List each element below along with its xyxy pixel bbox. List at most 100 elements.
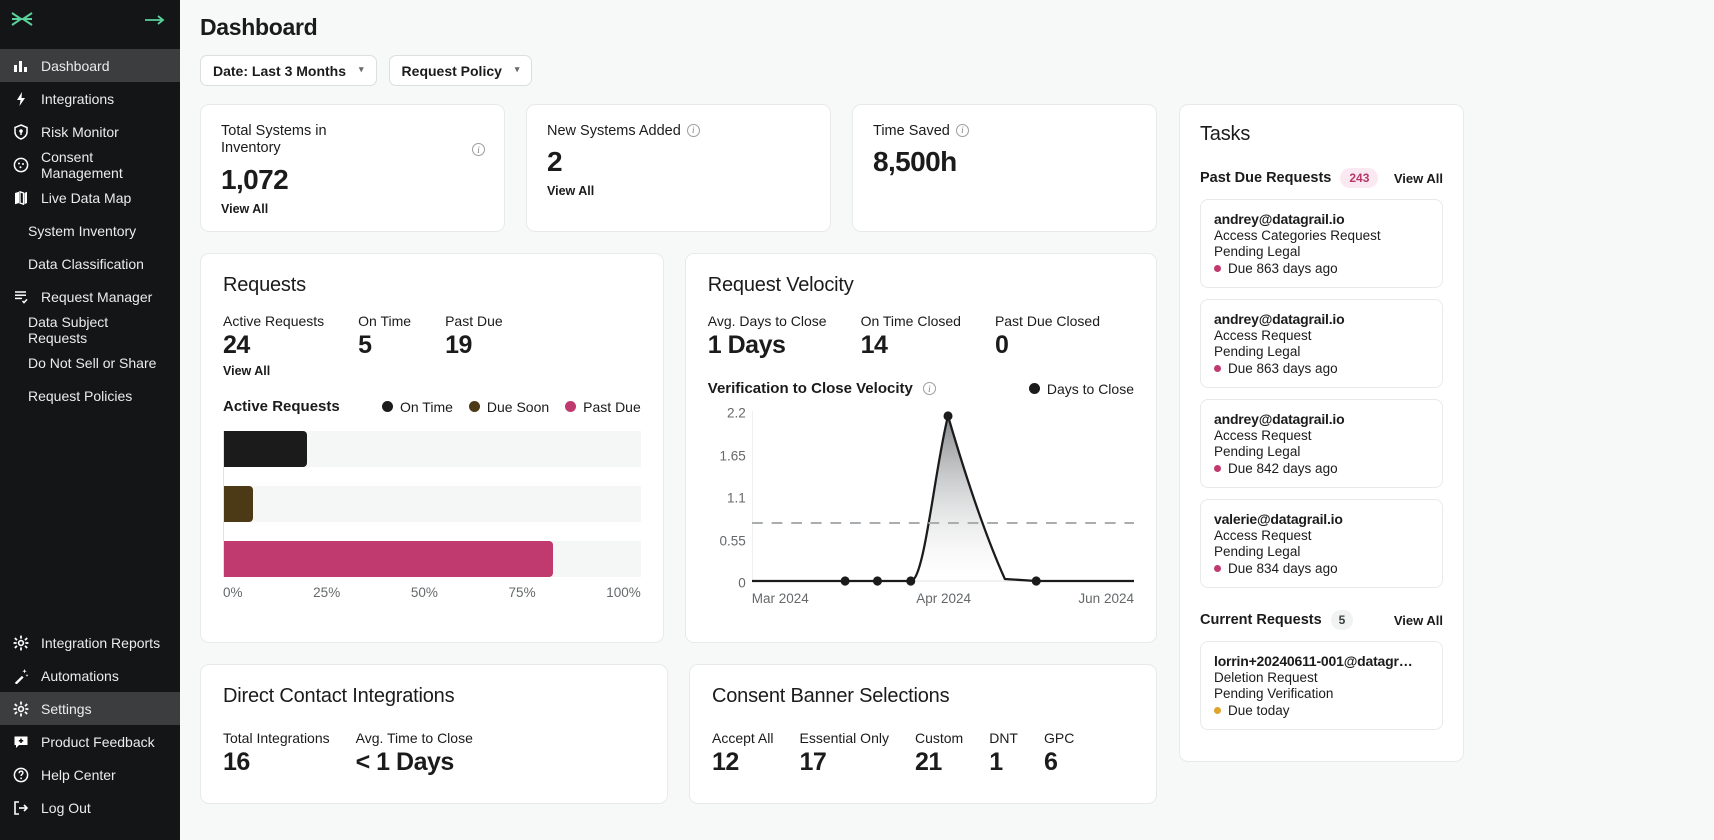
sidebar-item-label: Live Data Map: [41, 189, 132, 206]
x-tick-label: Mar 2024: [751, 591, 809, 606]
sidebar-item-product-feedback[interactable]: Product Feedback: [0, 725, 180, 758]
requests-panel-title: Requests: [223, 274, 306, 296]
kpi-avg-days-to-close: Avg. Days to Close 1 Days: [708, 313, 827, 360]
sidebar-item-risk-monitor[interactable]: Risk Monitor: [0, 115, 180, 148]
requests-kpi-row: Active Requests 24 View All On Time 5 Pa…: [223, 313, 641, 378]
due-status-dot: [1214, 565, 1221, 572]
sidebar-item-automations[interactable]: Automations: [0, 659, 180, 692]
bottom-kpi-row: Accept All 12 Essential Only 17 Custom 21 DNT 1…: [712, 730, 1134, 777]
sidebar-item-help-center[interactable]: Help Center: [0, 758, 180, 791]
x-tick-label: Jun 2024: [1078, 591, 1134, 606]
legend-item-on-time: On Time: [381, 399, 453, 415]
sidebar-item-request-manager[interactable]: Request Manager: [0, 280, 180, 313]
task-email: lorrin+20240611-001@datagr…: [1214, 653, 1413, 669]
bar-track: [224, 431, 641, 467]
sidebar-bottom-nav: Integration Reports Automations Settings Pr…: [0, 626, 180, 840]
dashboard-right-column: Tasks Past Due Requests 243 View All andrey…: [1179, 104, 1464, 762]
kpi-value: 24: [223, 331, 250, 359]
legend-swatch: [468, 401, 480, 412]
direct-contact-integrations-panel: Direct Contact Integrations Total Integr…: [200, 664, 668, 804]
sidebar-header: [0, 0, 180, 43]
sidebar-item-consent-management[interactable]: Consent Management: [0, 148, 180, 181]
sidebar-item-settings[interactable]: Settings: [0, 692, 180, 725]
kpi-value: 0: [994, 331, 1009, 359]
task-card[interactable]: lorrin+20240611-001@datagr… Deletion Requ…: [1200, 641, 1443, 730]
legend-item-past-due: Past Due: [565, 399, 641, 415]
due-status-dot: [1214, 707, 1221, 714]
sidebar-item-log-out[interactable]: Log Out: [0, 791, 180, 824]
task-card[interactable]: andrey@datagrail.io Access Request Pending…: [1200, 399, 1443, 488]
sidebar-item-integration-reports[interactable]: Integration Reports: [0, 626, 180, 659]
task-view-all-link[interactable]: View All: [1394, 171, 1443, 186]
legend-swatch: [1028, 383, 1040, 394]
dashboard-left-column: Total Systems in Inventory i 1,072 View …: [200, 104, 1157, 804]
task-status: Pending Legal: [1214, 544, 1301, 559]
legend-item-days-to-close: Days to Close: [1028, 381, 1134, 397]
bar-due-soon[interactable]: [224, 486, 254, 522]
sidebar-item-dashboard[interactable]: Dashboard: [0, 49, 180, 82]
datagrail-logo-icon[interactable]: [10, 11, 34, 32]
stat-value: 2: [547, 146, 563, 178]
task-status: Pending Legal: [1214, 344, 1301, 359]
bar-past-due[interactable]: [224, 541, 554, 577]
collapse-sidebar-button[interactable]: [144, 13, 166, 31]
arrow-right-icon: [145, 14, 165, 25]
kpi-label: Total Integrations: [223, 730, 330, 746]
date-filter-dropdown[interactable]: Date: Last 3 Months ▾: [200, 55, 377, 86]
stat-view-all-link[interactable]: View All: [547, 184, 810, 198]
kpi-label: Past Due Closed: [994, 313, 1100, 329]
stat-card-new-systems: New Systems Added i 2 View All: [526, 104, 831, 232]
legend-label: Due Soon: [486, 398, 550, 415]
kpi-essential-only: Essential Only 17: [799, 730, 888, 777]
cookie-icon: [12, 156, 29, 173]
task-section-label: Current Requests: [1200, 612, 1322, 628]
task-type: Access Categories Request: [1214, 228, 1381, 243]
task-card[interactable]: andrey@datagrail.io Access Request Pending…: [1200, 299, 1443, 388]
info-icon[interactable]: i: [686, 123, 700, 137]
kpi-label: Accept All: [712, 730, 774, 746]
kpi-gpc: GPC 6: [1044, 730, 1074, 777]
sidebar-item-integrations[interactable]: Integrations: [0, 82, 180, 115]
kpi-label: On Time Closed: [860, 313, 961, 329]
gear-icon: [12, 700, 29, 717]
kpi-view-all-link[interactable]: View All: [223, 364, 324, 378]
task-card[interactable]: andrey@datagrail.io Access Categories Req…: [1200, 199, 1443, 288]
info-icon[interactable]: i: [472, 143, 485, 156]
kpi-value: 19: [445, 331, 472, 359]
legend-swatch: [565, 401, 577, 412]
request-policy-filter-dropdown[interactable]: Request Policy ▾: [388, 55, 533, 86]
info-icon[interactable]: i: [922, 382, 936, 395]
x-tick-label: Apr 2024: [916, 591, 972, 606]
y-tick-label: 1.1: [726, 490, 746, 506]
task-email: andrey@datagrail.io: [1214, 311, 1345, 327]
kpi-label: Custom: [914, 730, 964, 746]
line-chart-y-axis: 2.2 1.65 1.1 0.55 0: [708, 406, 746, 591]
tasks-panel: Tasks Past Due Requests 243 View All andrey…: [1179, 104, 1464, 762]
y-tick-label: 0.55: [719, 533, 746, 548]
page-title: Dashboard: [200, 14, 318, 40]
task-due: Due 834 days ago: [1214, 561, 1429, 576]
sidebar-item-data-subject-requests[interactable]: Data Subject Requests: [0, 313, 180, 346]
task-due: Due 863 days ago: [1214, 361, 1429, 376]
feedback-icon: [12, 733, 29, 750]
stat-view-all-link[interactable]: View All: [221, 202, 484, 216]
sidebar-nav: Dashboard Integrations Risk Monitor Consent…: [0, 49, 180, 412]
bar-on-time[interactable]: [224, 431, 308, 467]
sidebar-item-live-data-map[interactable]: Live Data Map: [0, 181, 180, 214]
info-icon[interactable]: i: [955, 123, 969, 137]
y-tick-label: 1.65: [719, 448, 746, 463]
kpi-label: Essential Only: [799, 730, 889, 746]
sidebar-item-system-inventory[interactable]: System Inventory: [0, 214, 180, 247]
task-count-badge: 243: [1340, 168, 1379, 188]
kpi-on-time: On Time 5: [358, 313, 411, 378]
sidebar-item-request-policies[interactable]: Request Policies: [0, 379, 180, 412]
sidebar-item-do-not-sell-or-share[interactable]: Do Not Sell or Share: [0, 346, 180, 379]
task-card[interactable]: valerie@datagrail.io Access Request Pendin…: [1200, 499, 1443, 588]
due-status-dot: [1214, 465, 1221, 472]
task-view-all-link[interactable]: View All: [1394, 613, 1443, 628]
filter-bar: Date: Last 3 Months ▾ Request Policy ▾: [200, 55, 1684, 86]
panel-title: Consent Banner Selections: [712, 685, 950, 707]
task-due-text: Due 863 days ago: [1228, 361, 1338, 376]
sidebar-item-data-classification[interactable]: Data Classification: [0, 247, 180, 280]
chevron-down-icon: ▾: [514, 64, 520, 74]
